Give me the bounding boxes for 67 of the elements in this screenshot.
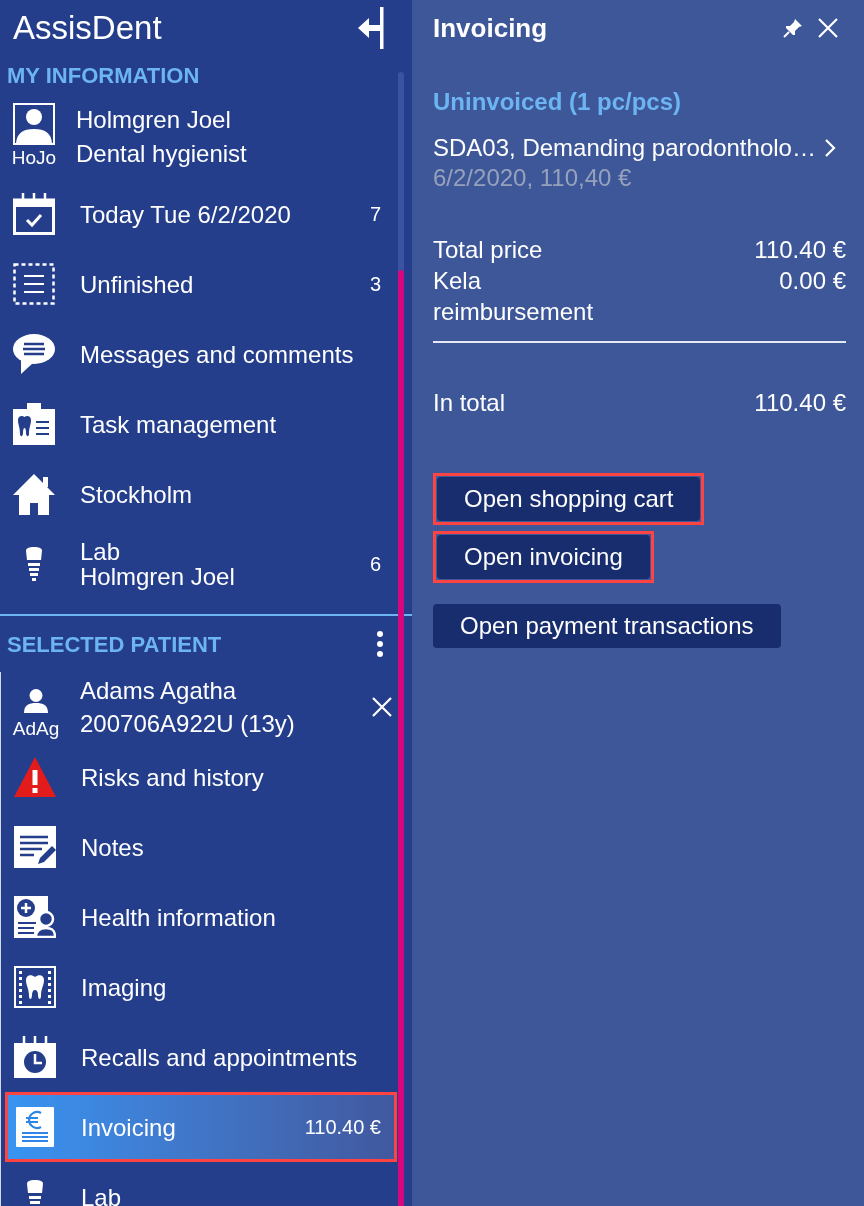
nav-item[interactable]: Health information	[1, 882, 412, 952]
close-icon	[372, 697, 392, 717]
note-pencil-icon	[14, 826, 56, 868]
total-value: 110.40 €	[754, 388, 846, 418]
total-value: 110.40 €	[754, 235, 846, 265]
speech-bubble-icon	[13, 333, 55, 375]
item-count: 110.40 €	[304, 1115, 381, 1140]
nav-item[interactable]: Imaging	[1, 952, 412, 1022]
house-icon	[13, 473, 55, 515]
chevron-right-icon[interactable]	[823, 138, 836, 158]
item-count: 7	[369, 202, 381, 227]
user-initials: HoJo	[11, 147, 57, 169]
user-name: Holmgren Joel	[76, 104, 232, 135]
entry-detail: 6/2/2020, 110,40 €	[433, 164, 633, 192]
nav-item[interactable]: Task management	[0, 389, 412, 459]
warning-icon	[14, 757, 56, 797]
patient-avatar-icon	[24, 689, 48, 713]
collapse-arrow-icon	[358, 7, 384, 49]
nav-item[interactable]: Lab Holmgren Joel 6	[0, 529, 412, 599]
nav-item[interactable]: Stockholm	[0, 459, 412, 529]
tooth-implant-icon	[26, 1180, 44, 1206]
patient-initials: AdAg	[12, 718, 60, 740]
nav-item[interactable]: Notes	[1, 812, 412, 882]
action-button[interactable]: Open invoicing	[437, 535, 650, 579]
pin-button[interactable]	[783, 18, 803, 38]
patient-name: Adams Agatha	[80, 676, 238, 706]
entry-title[interactable]: SDA03, Demanding parodontholo…	[433, 132, 816, 164]
patient-id: 200706A922U (13y)	[80, 709, 296, 739]
total-label: Total price	[433, 235, 544, 265]
nav-item[interactable]: Today Tue 6/2/2020 7	[0, 179, 412, 249]
nav-item[interactable]: Messages and comments	[0, 319, 412, 389]
user-avatar-icon	[13, 103, 55, 145]
nav-item[interactable]: Unfinished 3	[0, 249, 412, 319]
total-label: Kela reimbursement	[433, 266, 595, 327]
nav-item[interactable]: Invoicing 110.40 €	[8, 1095, 394, 1159]
close-icon	[818, 18, 838, 38]
app-title: AssisDent	[13, 8, 162, 48]
action-button[interactable]: Open shopping cart	[437, 477, 701, 521]
total-value: 0.00 €	[779, 266, 846, 296]
item-count: 3	[369, 272, 381, 297]
nav-item[interactable]: Risks and history	[1, 742, 412, 812]
scrollbar-track[interactable]	[398, 72, 404, 1206]
nav-item[interactable]: Recalls and appointments	[1, 1022, 412, 1092]
more-options-button[interactable]	[377, 631, 383, 657]
close-panel-button[interactable]	[818, 18, 838, 38]
calendar-clock-icon	[14, 1036, 56, 1078]
section-heading: SELECTED PATIENT	[7, 630, 222, 659]
section-heading: MY INFORMATION	[7, 61, 200, 90]
close-patient-button[interactable]	[372, 697, 392, 717]
user-role: Dental hygienist	[76, 138, 247, 169]
nav-item[interactable]: Lab	[1, 1162, 412, 1206]
tooth-implant-icon	[25, 547, 43, 581]
collapse-button[interactable]	[358, 7, 384, 49]
pin-icon	[783, 18, 803, 38]
item-count: 6	[369, 552, 381, 577]
film-tooth-icon	[14, 966, 56, 1008]
calendar-check-icon	[13, 193, 55, 235]
dashed-list-icon	[13, 263, 55, 305]
clipboard-tooth-icon	[13, 403, 55, 445]
euro-document-icon	[16, 1107, 54, 1147]
scrollbar-thumb[interactable]	[398, 270, 404, 1206]
total-label: In total	[433, 388, 506, 418]
section-heading: Uninvoiced (1 pc/pcs)	[433, 87, 683, 117]
kebab-menu-icon	[377, 631, 383, 657]
document-person-plus-icon	[14, 896, 56, 938]
panel-title: Invoicing	[433, 11, 549, 45]
action-button[interactable]: Open payment transactions	[433, 604, 781, 648]
